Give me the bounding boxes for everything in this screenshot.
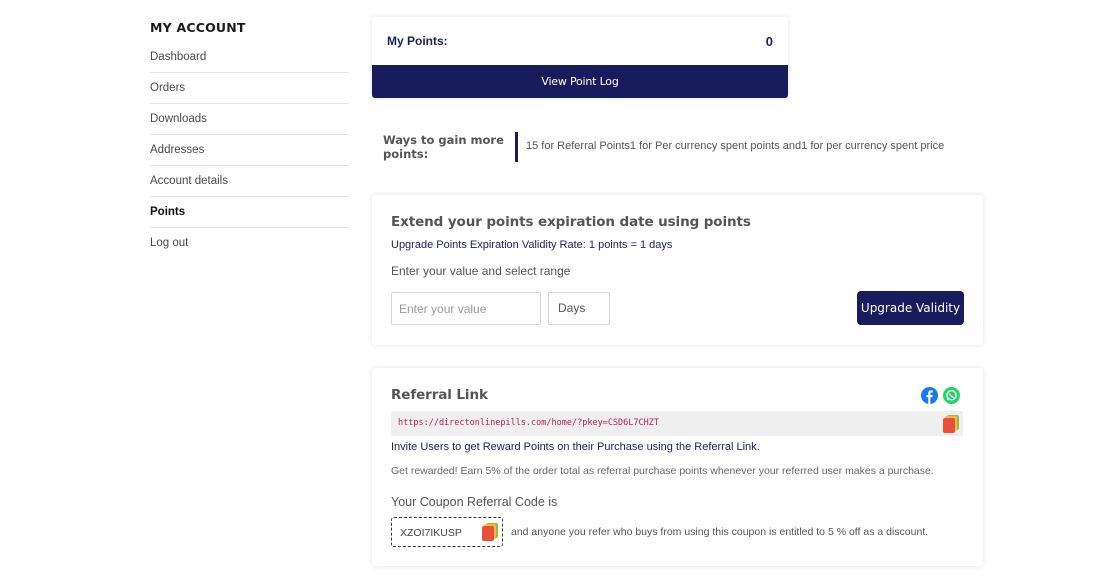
referral-link-text[interactable]: https://directonlinepills.com/home/?pkey…: [398, 418, 659, 428]
referral-link-box[interactable]: https://directonlinepills.com/home/?pkey…: [391, 411, 963, 436]
copy-coupon-icon[interactable]: [482, 523, 498, 541]
reward-text: Get rewarded! Earn 5% of the order total…: [391, 465, 934, 477]
view-point-log-button[interactable]: View Point Log: [372, 65, 788, 98]
coupon-code-box[interactable]: XZOI7IKUSP: [391, 517, 503, 547]
validity-value-input[interactable]: [391, 292, 541, 325]
sidebar-title: MY ACCOUNT: [150, 20, 246, 35]
my-points-card: My Points: 0 View Point Log: [372, 17, 788, 98]
points-label: My Points:: [387, 34, 448, 48]
sidebar-item-downloads[interactable]: Downloads: [150, 104, 349, 135]
range-label: Enter your value and select range: [391, 264, 571, 278]
expiration-rate-text: Upgrade Points Expiration Validity Rate:…: [391, 239, 673, 251]
referral-card: Referral Link https://directonlinepills.…: [372, 368, 983, 566]
coupon-title: Your Coupon Referral Code is: [391, 495, 558, 509]
sidebar-item-dashboard[interactable]: Dashboard: [150, 42, 349, 73]
ways-text: 15 for Referral Points1 for Per currency…: [526, 140, 945, 152]
range-unit-select[interactable]: Days: [548, 292, 610, 325]
coupon-code[interactable]: XZOI7IKUSP: [400, 527, 462, 539]
sidebar-item-logout[interactable]: Log out: [150, 228, 349, 259]
coupon-note: and anyone you refer who buys from using…: [511, 526, 929, 538]
points-value: 0: [765, 33, 773, 49]
sidebar-item-account-details[interactable]: Account details: [150, 166, 349, 197]
sidebar-item-orders[interactable]: Orders: [150, 73, 349, 104]
sidebar-item-addresses[interactable]: Addresses: [150, 135, 349, 166]
ways-divider: [515, 132, 518, 162]
account-sidebar: MY ACCOUNT Dashboard Orders Downloads Ad…: [150, 20, 349, 259]
points-row: My Points: 0: [372, 17, 788, 65]
upgrade-validity-button[interactable]: Upgrade Validity: [857, 291, 964, 325]
sidebar-item-points[interactable]: Points: [150, 197, 349, 228]
ways-to-gain-section: Ways to gain more points: 15 for Referra…: [383, 132, 1103, 162]
facebook-icon[interactable]: [921, 387, 938, 404]
referral-title: Referral Link: [391, 387, 488, 403]
whatsapp-icon[interactable]: [943, 387, 960, 404]
extend-title: Extend your points expiration date using…: [391, 214, 751, 230]
invite-text: Invite Users to get Reward Points on the…: [391, 441, 760, 453]
extend-expiration-card: Extend your points expiration date using…: [372, 195, 983, 345]
ways-label: Ways to gain more points:: [383, 133, 504, 161]
copy-link-icon[interactable]: [943, 415, 959, 433]
